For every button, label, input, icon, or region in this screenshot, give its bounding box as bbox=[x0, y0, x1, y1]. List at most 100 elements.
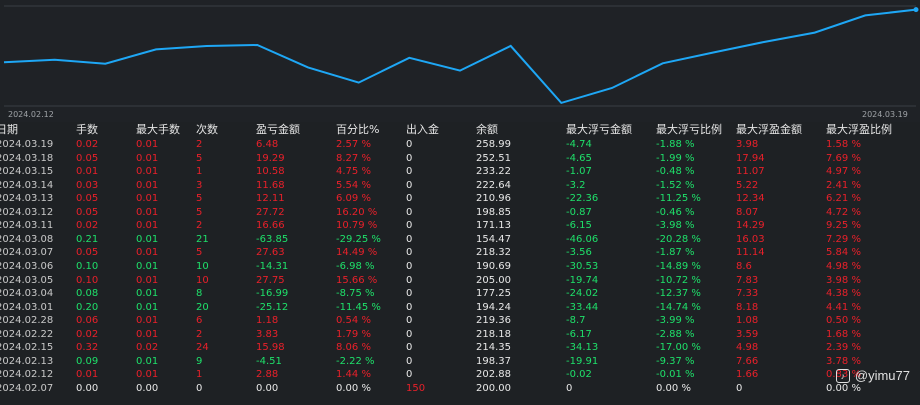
cell-max-lots: 0.01 bbox=[136, 233, 159, 245]
table-row[interactable]: 2024.02.15 0.32 0.02 24 15.98 8.06 % 0 214.35 -3… bbox=[0, 341, 920, 355]
table-row[interactable]: 2024.03.13 0.05 0.01 5 12.11 6.09 % 0 210.96 -22… bbox=[0, 192, 920, 206]
col-count[interactable]: 次数 bbox=[196, 122, 218, 138]
col-max-lots[interactable]: 最大手数 bbox=[136, 122, 180, 138]
cell-pnl: -14.31 bbox=[256, 260, 289, 272]
col-max-float-profit[interactable]: 最大浮盈金额 bbox=[736, 122, 802, 138]
col-pnl[interactable]: 盈亏金额 bbox=[256, 122, 300, 138]
table-row[interactable]: 2024.03.14 0.03 0.01 3 11.68 5.54 % 0 222.64 -3.… bbox=[0, 179, 920, 193]
table-row[interactable]: 2024.03.15 0.01 0.01 1 10.58 4.75 % 0 233.22 -1.… bbox=[0, 165, 920, 179]
cell-balance: 258.99 bbox=[476, 139, 511, 150]
cell-count: 3 bbox=[196, 179, 203, 191]
chart-start-date: 2024.02.12 bbox=[8, 110, 54, 119]
table-row[interactable]: 2024.02.22 0.02 0.01 2 3.83 1.79 % 0 218.18 -6.1… bbox=[0, 328, 920, 342]
table-row[interactable]: 2024.02.13 0.09 0.01 9 -4.51 -2.22 % 0 198.37 -1… bbox=[0, 355, 920, 369]
cell-max-float-profit: 12.34 bbox=[736, 193, 765, 205]
cell-max-float-loss: -6.15 bbox=[566, 220, 592, 232]
col-date[interactable]: 日期 bbox=[0, 122, 18, 138]
table-row[interactable]: 2024.03.05 0.10 0.01 10 27.75 15.66 % 0 205.00 -… bbox=[0, 274, 920, 288]
cell-max-float-profit: 5.22 bbox=[736, 179, 759, 191]
table-row[interactable]: 2024.03.11 0.02 0.01 2 16.66 10.79 % 0 171.13 -6… bbox=[0, 219, 920, 233]
table-row[interactable]: 2024.03.06 0.10 0.01 10 -14.31 -6.98 % 0 190.69… bbox=[0, 260, 920, 274]
cell-count: 5 bbox=[196, 152, 203, 164]
cell-balance: 252.51 bbox=[476, 152, 511, 164]
cell-inout: 0 bbox=[406, 355, 413, 367]
cell-max-float-loss: -24.02 bbox=[566, 288, 599, 300]
cell-pnl: 27.72 bbox=[256, 206, 285, 218]
table-row[interactable]: 2024.03.07 0.05 0.01 5 27.63 14.49 % 0 218.32 -3… bbox=[0, 246, 920, 260]
cell-max-float-loss: -1.07 bbox=[566, 166, 592, 178]
col-inout[interactable]: 出入金 bbox=[406, 122, 439, 138]
cell-max-lots: 0.01 bbox=[136, 206, 159, 218]
col-pct[interactable]: 百分比% bbox=[336, 122, 379, 138]
cell-max-float-loss: -34.13 bbox=[566, 342, 599, 354]
table-row[interactable]: 2024.03.08 0.21 0.01 21 -63.85 -29.25 % 0 154.4… bbox=[0, 233, 920, 247]
cell-max-float-loss: -0.02 bbox=[566, 369, 592, 381]
cell-max-float-profit-pct: 1.68 % bbox=[826, 328, 861, 340]
cell-pct: -11.45 % bbox=[336, 301, 381, 313]
cell-max-lots: 0.01 bbox=[136, 139, 159, 150]
cell-pct: 10.79 % bbox=[336, 220, 378, 232]
cell-pct: 6.09 % bbox=[336, 193, 371, 205]
cell-pnl: -63.85 bbox=[256, 233, 289, 245]
cell-lots: 0.09 bbox=[76, 355, 99, 367]
cell-balance: 210.96 bbox=[476, 193, 511, 205]
table-row[interactable]: 2024.02.28 0.06 0.01 6 1.18 0.54 % 0 219.36 -8.7… bbox=[0, 314, 920, 328]
cell-date: 2024.02.15 bbox=[0, 342, 54, 354]
cell-max-float-profit-pct: 3.98 % bbox=[826, 274, 861, 286]
cell-lots: 0.10 bbox=[76, 260, 99, 272]
cell-pnl: 27.63 bbox=[256, 247, 285, 259]
cell-count: 5 bbox=[196, 193, 203, 205]
cell-pct: 16.20 % bbox=[336, 206, 378, 218]
cell-inout: 0 bbox=[406, 220, 413, 232]
cell-pnl: 15.98 bbox=[256, 342, 285, 354]
cell-max-float-profit: 8.18 bbox=[736, 301, 759, 313]
cell-inout: 0 bbox=[406, 206, 413, 218]
col-max-float-loss[interactable]: 最大浮亏金额 bbox=[566, 122, 632, 138]
cell-max-float-loss-pct: -12.37 % bbox=[656, 288, 701, 300]
col-balance[interactable]: 余额 bbox=[476, 122, 498, 138]
cell-pct: 2.57 % bbox=[336, 139, 371, 150]
col-max-float-loss-pct[interactable]: 最大浮亏比例 bbox=[656, 122, 722, 138]
equity-chart-panel: 2024.02.12 2024.03.19 bbox=[0, 0, 920, 120]
cell-max-float-loss: -30.53 bbox=[566, 260, 599, 272]
cell-date: 2024.03.19 bbox=[0, 139, 54, 150]
cell-max-float-loss-pct: -0.48 % bbox=[656, 166, 695, 178]
cell-pnl: 10.58 bbox=[256, 166, 285, 178]
cell-max-float-profit: 14.29 bbox=[736, 220, 765, 232]
cell-date: 2024.02.07 bbox=[0, 382, 54, 394]
cell-max-float-profit: 3.59 bbox=[736, 328, 759, 340]
cell-max-float-profit: 7.33 bbox=[736, 288, 759, 300]
report-window: 2024.02.12 2024.03.19 日期 手数 最大手数 次数 盈亏金额… bbox=[0, 0, 920, 405]
cell-count: 1 bbox=[196, 166, 203, 178]
cell-lots: 0.21 bbox=[76, 233, 99, 245]
table-row[interactable]: 2024.03.12 0.05 0.01 5 27.72 16.20 % 0 198.85 -0… bbox=[0, 206, 920, 220]
cell-lots: 0.05 bbox=[76, 247, 99, 259]
table-row[interactable]: 2024.03.18 0.05 0.01 5 19.29 8.27 % 0 252.51 -4.… bbox=[0, 152, 920, 166]
table-row[interactable]: 2024.03.04 0.08 0.01 8 -16.99 -8.75 % 0 177.25 -… bbox=[0, 287, 920, 301]
table-row[interactable]: 2024.02.07 0.00 0.00 0 0.00 0.00 % 150 200.00 0 0… bbox=[0, 382, 920, 396]
cell-count: 24 bbox=[196, 342, 209, 354]
cell-balance: 218.32 bbox=[476, 247, 511, 259]
col-max-float-profit-pct[interactable]: 最大浮盈比例 bbox=[826, 122, 892, 138]
cell-max-float-profit-pct: 7.69 % bbox=[826, 152, 861, 164]
cell-max-float-profit-pct: 2.41 % bbox=[826, 179, 861, 191]
cell-pct: 1.44 % bbox=[336, 369, 371, 381]
cell-date: 2024.03.04 bbox=[0, 288, 54, 300]
cell-max-float-loss-pct: -17.00 % bbox=[656, 342, 701, 354]
table-row[interactable]: 2024.03.19 0.02 0.01 2 6.48 2.57 % 0 258.99 -4.7… bbox=[0, 138, 920, 152]
cell-max-float-profit: 7.66 bbox=[736, 355, 759, 367]
chart-background bbox=[0, 0, 920, 120]
cell-max-float-loss: -33.44 bbox=[566, 301, 599, 313]
cell-inout: 0 bbox=[406, 274, 413, 286]
table-row[interactable]: 2024.02.12 0.01 0.01 1 2.88 1.44 % 0 202.88 -0.0… bbox=[0, 368, 920, 382]
cell-inout: 0 bbox=[406, 328, 413, 340]
cell-balance: 171.13 bbox=[476, 220, 511, 232]
cell-count: 8 bbox=[196, 288, 203, 300]
cell-max-float-profit-pct: 6.21 % bbox=[826, 193, 861, 205]
table-row[interactable]: 2024.03.01 0.20 0.01 20 -25.12 -11.45 % 0 194.2… bbox=[0, 301, 920, 315]
cell-max-lots: 0.00 bbox=[136, 382, 159, 394]
cell-max-float-loss: -4.65 bbox=[566, 152, 592, 164]
cell-pnl: 3.83 bbox=[256, 328, 279, 340]
col-lots[interactable]: 手数 bbox=[76, 122, 98, 138]
cell-max-float-profit: 17.94 bbox=[736, 152, 765, 164]
